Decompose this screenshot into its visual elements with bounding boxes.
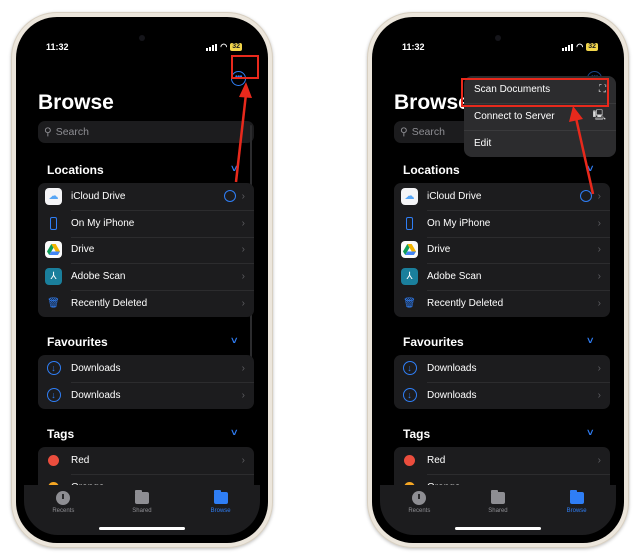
list-item-tag-red[interactable]: Red ›: [394, 447, 610, 474]
status-time: 11:32: [46, 42, 69, 52]
trash-icon: 🗑︎: [47, 298, 60, 310]
download-icon: ↓: [401, 387, 418, 404]
battery-icon: 32: [586, 43, 598, 51]
list-item-recently-deleted[interactable]: 🗑︎ Recently Deleted ›: [394, 290, 610, 317]
chevron-right-icon: ›: [241, 298, 245, 310]
icloud-icon: ☁: [401, 187, 418, 205]
tag-red-dot-icon: [404, 454, 415, 466]
list-item-adobe-scan[interactable]: ⅄ Adobe Scan ›: [394, 263, 610, 290]
clock-icon: [412, 491, 427, 505]
list-item-drive[interactable]: Drive ›: [38, 236, 254, 264]
list-item-icloud-drive[interactable]: ☁ iCloud Drive ›: [38, 183, 254, 210]
signal-icon: [206, 43, 218, 51]
search-icon: ⚲: [400, 126, 408, 138]
list-item-drive[interactable]: Drive ›: [394, 236, 610, 264]
download-icon: ↓: [45, 360, 62, 377]
list-item-downloads[interactable]: ↓ Downloads ›: [38, 381, 254, 409]
chevron-right-icon: ›: [241, 271, 245, 283]
section-header-favourites[interactable]: Favourites ∨: [403, 335, 595, 349]
tab-browse[interactable]: Browse: [191, 490, 251, 535]
locations-list: ☁ iCloud Drive › On My iPhone › Drive › …: [38, 183, 254, 317]
home-indicator[interactable]: [455, 527, 541, 530]
chevron-down-icon[interactable]: ∨: [586, 427, 595, 441]
battery-icon: 32: [230, 43, 242, 51]
list-item-on-my-iphone[interactable]: On My iPhone ›: [38, 209, 254, 237]
list-item-recently-deleted[interactable]: 🗑︎ Recently Deleted ›: [38, 290, 254, 317]
highlight-scan-documents: [461, 78, 609, 107]
annotation-arrow-icon: [234, 82, 252, 183]
favourites-list: ↓ Downloads › ↓ Downloads ›: [394, 355, 610, 409]
shared-folder-icon: [134, 490, 149, 504]
clock-icon: [56, 491, 71, 505]
section-header-tags[interactable]: Tags ∨: [403, 427, 595, 441]
chevron-right-icon: ›: [597, 217, 601, 229]
chevron-right-icon: ›: [597, 389, 601, 401]
signal-icon: [562, 43, 574, 51]
files-screen-left: 11:32 ◠ 32 ••• Browse ⚲ Search Locations…: [24, 25, 260, 535]
adobe-scan-icon: ⅄: [45, 268, 62, 286]
chevron-right-icon: ›: [597, 298, 601, 310]
list-item-tag-red[interactable]: Red ›: [38, 447, 254, 474]
chevron-right-icon: ›: [241, 389, 245, 401]
search-input[interactable]: ⚲ Search: [38, 121, 254, 143]
section-header-locations[interactable]: Locations ∨: [47, 163, 239, 177]
annotation-arrow-icon: [569, 106, 595, 195]
wifi-icon: ◠: [576, 42, 584, 51]
chevron-down-icon[interactable]: ∨: [230, 335, 239, 349]
tag-red-dot-icon: [48, 454, 59, 466]
section-header-favourites[interactable]: Favourites ∨: [47, 335, 239, 349]
folder-icon: [213, 490, 228, 504]
list-item-downloads[interactable]: ↓ Downloads ›: [394, 381, 610, 409]
search-placeholder: Search: [411, 126, 445, 138]
highlight-more-button: [231, 55, 259, 79]
tab-browse[interactable]: Browse: [547, 490, 607, 535]
download-icon: ↓: [45, 387, 62, 404]
list-item-adobe-scan[interactable]: ⅄ Adobe Scan ›: [38, 263, 254, 290]
tab-recents[interactable]: Recents: [33, 491, 93, 535]
google-drive-icon: [401, 241, 418, 259]
chevron-right-icon: ›: [241, 244, 245, 256]
iphone-icon: [401, 215, 418, 232]
locations-list: ☁ iCloud Drive › On My iPhone › Drive › …: [394, 183, 610, 317]
download-icon: ↓: [401, 360, 418, 377]
adobe-scan-icon: ⅄: [401, 268, 418, 286]
page-title: Browse: [394, 91, 470, 114]
home-indicator[interactable]: [99, 527, 185, 530]
chevron-right-icon: ›: [241, 454, 245, 466]
trash-icon: 🗑︎: [403, 298, 416, 310]
chevron-right-icon: ›: [241, 190, 245, 202]
chevron-down-icon[interactable]: ∨: [230, 427, 239, 441]
search-placeholder: Search: [55, 126, 89, 138]
icloud-icon: ☁: [45, 187, 62, 205]
status-bar: 11:32 ◠ 32: [46, 41, 242, 53]
list-item-on-my-iphone[interactable]: On My iPhone ›: [394, 209, 610, 237]
search-icon: ⚲: [44, 126, 52, 138]
list-item-downloads[interactable]: ↓ Downloads ›: [38, 355, 254, 382]
section-header-tags[interactable]: Tags ∨: [47, 427, 239, 441]
chevron-right-icon: ›: [597, 271, 601, 283]
status-time: 11:32: [402, 42, 425, 52]
chevron-right-icon: ›: [597, 244, 601, 256]
chevron-right-icon: ›: [241, 362, 245, 374]
google-drive-icon: [45, 241, 62, 259]
list-item-downloads[interactable]: ↓ Downloads ›: [394, 355, 610, 382]
iphone-icon: [45, 215, 62, 232]
chevron-right-icon: ›: [597, 362, 601, 374]
favourites-list: ↓ Downloads › ↓ Downloads ›: [38, 355, 254, 409]
tab-recents[interactable]: Recents: [389, 491, 449, 535]
shared-folder-icon: [490, 490, 505, 504]
page-title: Browse: [38, 91, 114, 114]
status-bar: 11:32 ◠ 32: [402, 41, 598, 53]
chevron-right-icon: ›: [241, 217, 245, 229]
folder-icon: [569, 490, 584, 504]
sync-progress-icon: [223, 190, 236, 203]
chevron-right-icon: ›: [597, 454, 601, 466]
chevron-down-icon[interactable]: ∨: [586, 335, 595, 349]
wifi-icon: ◠: [220, 42, 228, 51]
